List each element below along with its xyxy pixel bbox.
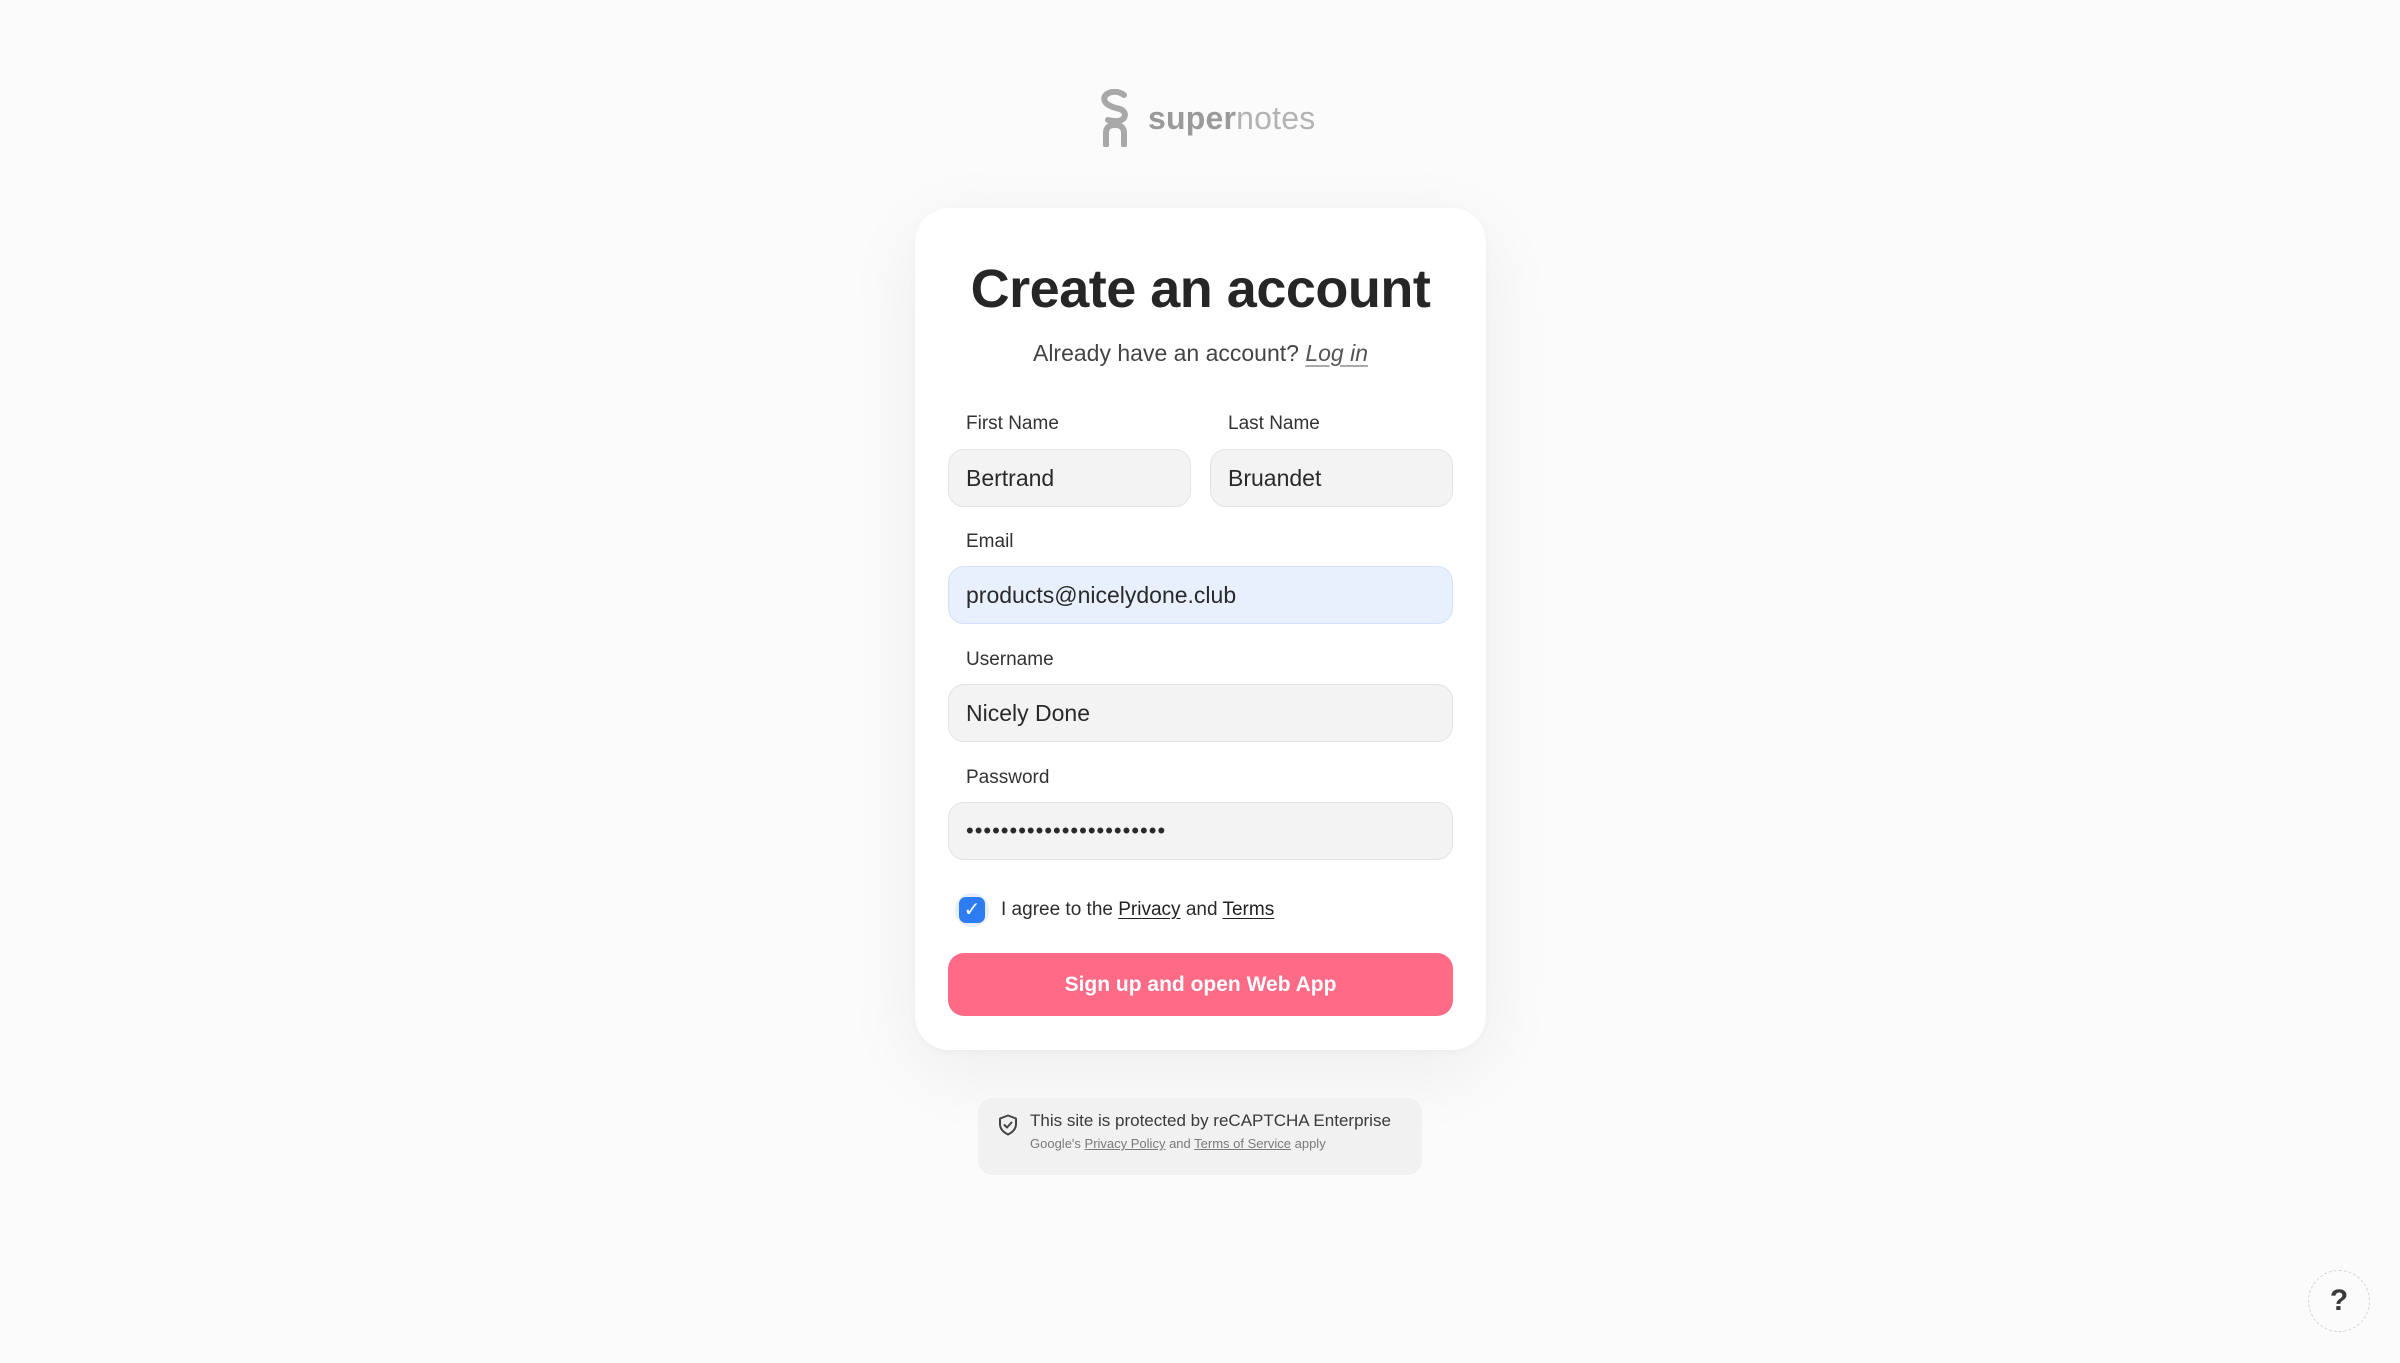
privacy-link[interactable]: Privacy (1118, 899, 1180, 920)
google-privacy-policy-link[interactable]: Privacy Policy (1085, 1136, 1166, 1151)
email-field[interactable]: products@nicelydone.club (948, 566, 1453, 624)
recaptcha-suffix: apply (1294, 1136, 1326, 1151)
signup-card: Create an account Already have an accoun… (915, 208, 1486, 1050)
help-button[interactable]: ? (2308, 1270, 2370, 1332)
login-link[interactable]: Log in (1305, 340, 1368, 366)
password-label: Password (966, 767, 1050, 788)
agree-prefix: I agree to the (1001, 899, 1113, 920)
last-name-field[interactable]: Bruandet (1210, 449, 1453, 507)
signup-button[interactable]: Sign up and open Web App (948, 953, 1453, 1016)
first-name-field[interactable]: Bertrand (948, 449, 1191, 507)
email-label: Email (966, 531, 1014, 552)
login-prompt-text: Already have an account? (1032, 340, 1299, 366)
page-title: Create an account (970, 259, 1431, 319)
recaptcha-text: This site is protected by reCAPTCHA Ente… (1030, 1111, 1391, 1175)
username-label: Username (966, 649, 1054, 670)
brand-wordmark: supernotes (1148, 100, 1315, 137)
agree-checkbox[interactable]: ✓ (955, 893, 989, 927)
recaptcha-and: and (1169, 1136, 1191, 1151)
brand-logo[interactable]: supernotes (1100, 88, 1315, 148)
checkmark-icon: ✓ (959, 897, 985, 923)
terms-link[interactable]: Terms (1222, 899, 1274, 920)
recaptcha-title: This site is protected by reCAPTCHA Ente… (1030, 1111, 1391, 1130)
supernotes-logo-icon (1101, 89, 1128, 147)
login-prompt: Already have an account? Log in (915, 340, 1486, 367)
first-name-label: First Name (966, 413, 1059, 434)
google-terms-link[interactable]: Terms of Service (1194, 1136, 1291, 1151)
signup-page: supernotes Create an account Already hav… (0, 0, 2400, 1363)
agree-and: and (1185, 899, 1218, 920)
recaptcha-prefix: Google's (1030, 1136, 1081, 1151)
brand-name-light: notes (1236, 99, 1316, 136)
recaptcha-badge: This site is protected by reCAPTCHA Ente… (978, 1098, 1422, 1175)
last-name-label: Last Name (1228, 413, 1320, 434)
agree-text: I agree to the Privacy and Terms (1001, 899, 1274, 921)
password-field[interactable]: ••••••••••••••••••••••• (948, 802, 1453, 860)
username-field[interactable]: Nicely Done (948, 684, 1453, 742)
shield-check-icon (999, 1114, 1017, 1136)
agree-terms-row: ✓ I agree to the Privacy and Terms (955, 890, 1274, 930)
brand-name-bold: super (1148, 99, 1237, 136)
recaptcha-subtitle: Google's Privacy Policy and Terms of Ser… (1030, 1136, 1391, 1151)
